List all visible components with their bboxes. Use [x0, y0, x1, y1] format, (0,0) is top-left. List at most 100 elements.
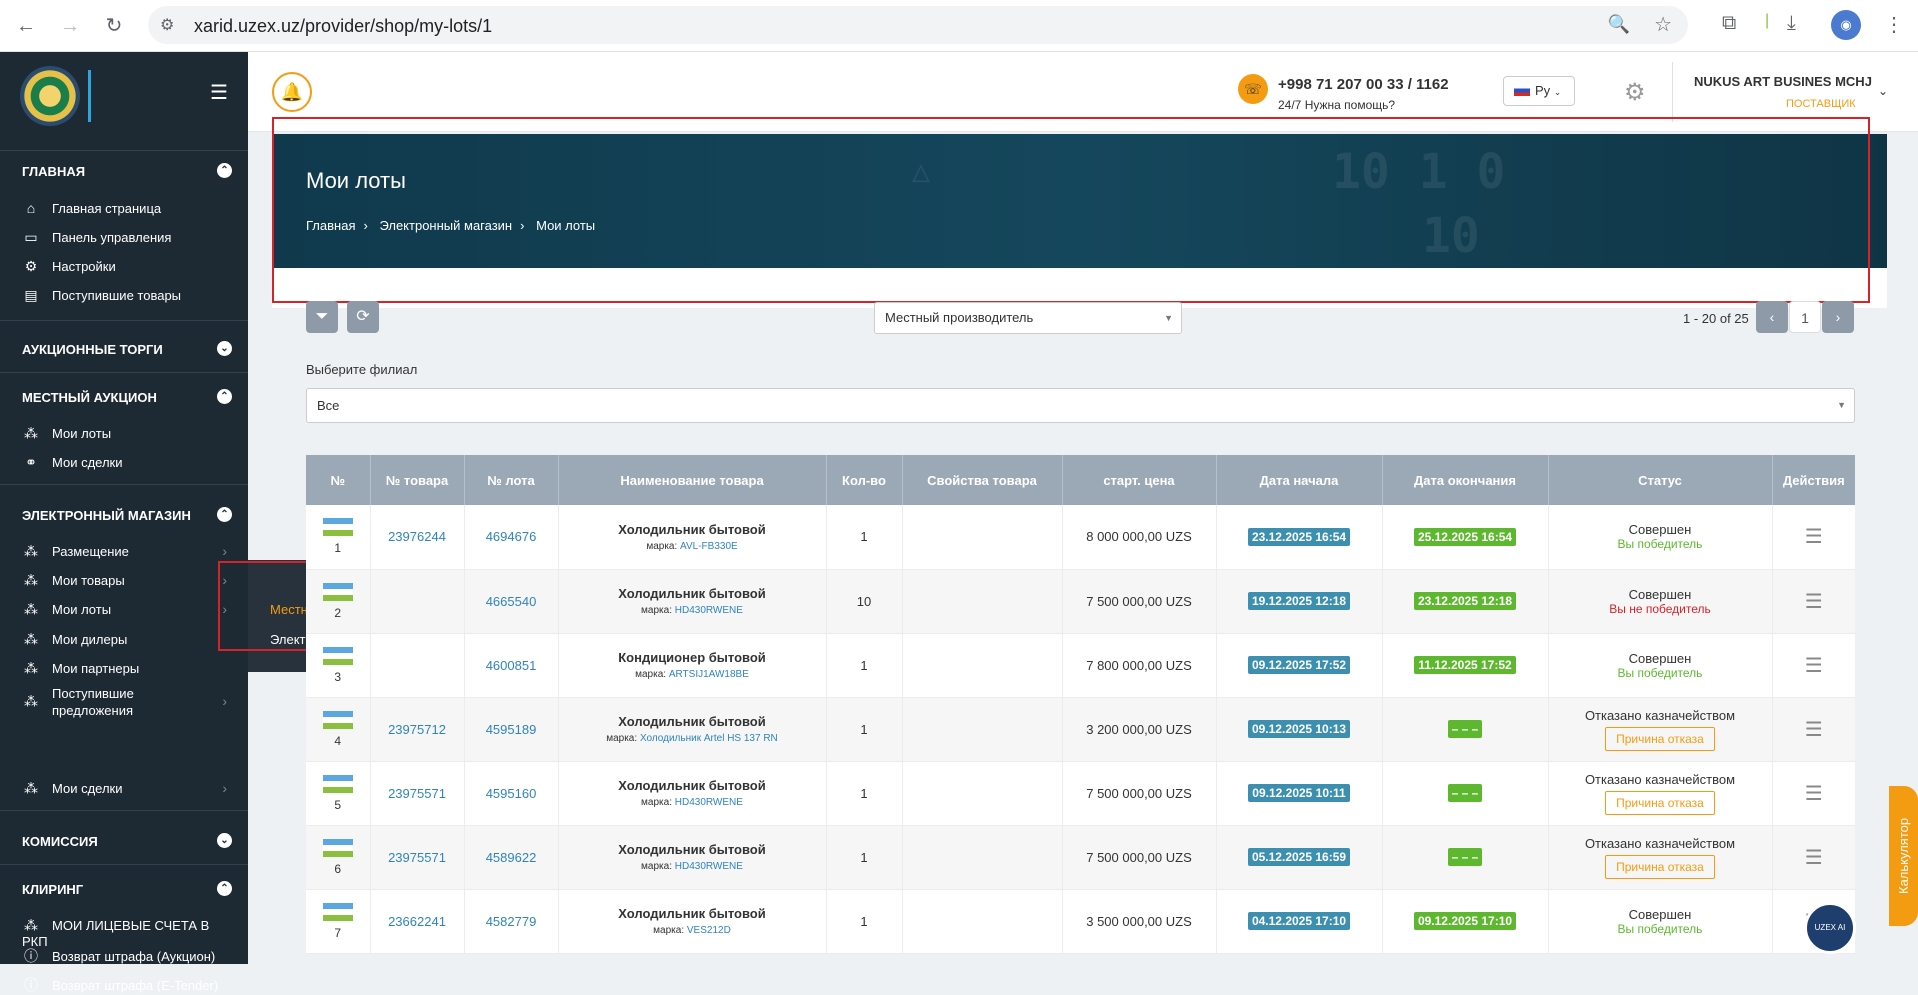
brand-value[interactable]: HD430RWENE [675, 797, 743, 808]
download-icon[interactable]: ⤓ [1787, 12, 1796, 35]
sidebar-item-my-lots[interactable]: ⁂ Мои лоты › [22, 601, 227, 618]
rejection-reason-button[interactable]: Причина отказа [1605, 790, 1715, 815]
rejection-reason-button[interactable]: Причина отказа [1605, 854, 1715, 879]
back-icon[interactable]: ← [12, 12, 40, 40]
lot-id-link[interactable]: 4694676 [486, 529, 537, 544]
branch-label: Выберите филиал [306, 362, 418, 377]
sidebar-item-my-partners[interactable]: ⁂ Мои партнеры [22, 660, 227, 677]
current-page-button[interactable]: 1 [1789, 301, 1821, 333]
company-name[interactable]: NUKUS ART BUSINES MCHJ [1694, 74, 1872, 89]
list-menu-icon[interactable]: ☰ [1805, 526, 1823, 548]
forward-icon[interactable]: → [56, 12, 84, 40]
sidebar-item-dashboard[interactable]: ▭ Панель управления [22, 229, 227, 246]
sidebar-item-accounts[interactable]: ⁂ МОИ ЛИЦЕВЫЕ СЧЕТА В РКП [22, 917, 227, 949]
extensions-icon[interactable]: ⧉ [1722, 12, 1736, 35]
filter-button[interactable]: ⏷ [306, 301, 338, 333]
sidebar-item-settings[interactable]: ⚙ Настройки [22, 258, 227, 275]
section-local-auction[interactable]: МЕСТНЫЙ АУКЦИОН ⌃ [22, 389, 232, 405]
support-phone[interactable]: +998 71 207 00 33 / 1162 [1278, 76, 1449, 93]
brand-value[interactable]: ARTSIJ1AW18BE [669, 669, 749, 680]
lot-id-link[interactable]: 4595160 [486, 786, 537, 801]
cell-end-date: – – – [1382, 761, 1549, 826]
language-select[interactable]: Ру ⌄ [1503, 76, 1575, 106]
cell-product-name: Холодильник бытовой марка: HD430RWENE [558, 761, 827, 826]
sidebar-item-refund-auction[interactable]: ⓘ Возврат штрафа (Аукцион) [22, 946, 227, 966]
sidebar-item-incoming-offers[interactable]: ⁂ Поступившие предложения › [22, 685, 227, 719]
cell-product-name: Холодильник бытовой марка: AVL-FB330E [558, 505, 827, 570]
user-menu-chevron-icon[interactable]: ⌄ [1878, 84, 1888, 98]
chevron-right-icon: › [222, 693, 227, 709]
bookmark-star-icon[interactable]: ☆ [1654, 12, 1672, 37]
lot-id-link[interactable]: 4582779 [486, 914, 537, 929]
refresh-button[interactable]: ⟳ [347, 301, 379, 333]
sidebar-item-local-my-lots[interactable]: ⁂ Мои лоты [22, 425, 227, 442]
chevron-up-icon[interactable]: ⌃ [217, 163, 232, 178]
ai-chatbot-button[interactable]: UZEX AI [1804, 902, 1856, 954]
browser-menu-icon[interactable]: ⋮ [1884, 12, 1904, 37]
prev-page-button[interactable]: ‹ [1756, 301, 1788, 333]
col-start-price: старт. цена [1062, 455, 1217, 505]
brand-value[interactable]: HD430RWENE [675, 861, 743, 872]
list-menu-icon[interactable]: ☰ [1805, 591, 1823, 613]
chevron-up-icon[interactable]: ⌃ [217, 881, 232, 896]
lot-id-link[interactable]: 4600851 [486, 658, 537, 673]
chevron-up-icon[interactable]: ⌃ [217, 507, 232, 522]
sidebar-item-placement[interactable]: ⁂ Размещение › [22, 543, 227, 560]
section-e-shop-title: ЭЛЕКТРОННЫЙ МАГАЗИН [22, 508, 191, 523]
brand-value[interactable]: AVL-FB330E [680, 541, 738, 552]
section-e-shop[interactable]: ЭЛЕКТРОННЫЙ МАГАЗИН ⌃ [22, 507, 232, 523]
brand-value[interactable]: Холодильник Artel HS 137 RN [640, 733, 778, 744]
rejection-reason-button[interactable]: Причина отказа [1605, 726, 1715, 751]
zoom-icon[interactable]: 🔍 [1608, 14, 1630, 35]
pagination-info: 1 - 20 of 25 [1683, 311, 1749, 326]
product-id-link[interactable]: 23975712 [388, 722, 446, 737]
sidebar-item-home[interactable]: ⌂ Главная страница [22, 200, 227, 216]
sidebar-item-label: Возврат штрафа (Аукцион) [52, 949, 216, 964]
sidebar-item-local-my-deals[interactable]: ⚭ Мои сделки [22, 454, 227, 471]
section-auction[interactable]: АУКЦИОННЫЕ ТОРГИ ⌄ [22, 341, 232, 357]
chevron-down-icon[interactable]: ⌄ [217, 341, 232, 356]
branch-select[interactable]: Все ▼ [306, 388, 1855, 423]
calculator-tab[interactable]: Калькулятор [1889, 786, 1918, 926]
product-id-link[interactable]: 23975571 [388, 786, 446, 801]
site-info-icon[interactable]: ⚙ [160, 15, 174, 35]
sidebar-item-my-dealers[interactable]: ⁂ Мои дилеры [22, 631, 227, 648]
lot-id-link[interactable]: 4589622 [486, 850, 537, 865]
product-id-link[interactable]: 23975571 [388, 850, 446, 865]
section-main[interactable]: ГЛАВНАЯ ⌃ [22, 163, 232, 179]
chevron-down-icon[interactable]: ⌄ [217, 833, 232, 848]
product-id-link[interactable]: 23976244 [388, 529, 446, 544]
uzex-emblem-logo[interactable] [20, 66, 80, 126]
lot-id-link[interactable]: 4665540 [486, 594, 537, 609]
sidebar-item-incoming-goods[interactable]: ▤ Поступившие товары [22, 287, 227, 304]
url-text[interactable]: xarid.uzex.uz/provider/shop/my-lots/1 [194, 16, 492, 37]
section-commission[interactable]: КОМИССИЯ ⌄ [22, 833, 232, 849]
sidebar-item-my-goods[interactable]: ⁂ Мои товары › [22, 572, 227, 589]
hamburger-menu-icon[interactable]: ☰ [210, 80, 228, 105]
bell-icon[interactable]: 🔔 [272, 72, 312, 112]
sidebar-item-my-deals[interactable]: ⁂ Мои сделки › [22, 780, 227, 797]
cell-status: Совершен Вы победитель [1548, 633, 1773, 698]
list-menu-icon[interactable]: ☰ [1805, 847, 1823, 869]
settings-gear-icon[interactable]: ⚙ [1624, 78, 1646, 107]
start-date-badge: 05.12.2025 16:59 [1247, 848, 1351, 866]
start-date-badge: 09.12.2025 17:52 [1247, 656, 1351, 674]
list-menu-icon[interactable]: ☰ [1805, 783, 1823, 805]
list-menu-icon[interactable]: ☰ [1805, 655, 1823, 677]
list-menu-icon[interactable]: ☰ [1805, 719, 1823, 741]
next-page-button[interactable]: › [1822, 301, 1854, 333]
address-bar[interactable]: ⚙ xarid.uzex.uz/provider/shop/my-lots/1 … [148, 6, 1688, 44]
reload-icon[interactable]: ↻ [100, 12, 128, 40]
section-clearing[interactable]: КЛИРИНГ ⌃ [22, 881, 232, 897]
brand-value[interactable]: VES212D [687, 925, 731, 936]
lot-id-link[interactable]: 4595189 [486, 722, 537, 737]
cell-number: 2 [306, 569, 371, 634]
chevron-up-icon[interactable]: ⌃ [217, 389, 232, 404]
profile-avatar[interactable]: ◉ [1831, 10, 1861, 40]
sidebar-item-refund-etender[interactable]: ⓘ Возврат штрафа (E-Tender) [22, 975, 227, 995]
branch-select-value: Все [317, 398, 340, 413]
uzbekistan-flag-icon [322, 710, 353, 729]
product-id-link[interactable]: 23662241 [388, 914, 446, 929]
producer-select[interactable]: Местный производитель ▼ [874, 302, 1182, 334]
brand-value[interactable]: HD430RWENE [675, 605, 743, 616]
